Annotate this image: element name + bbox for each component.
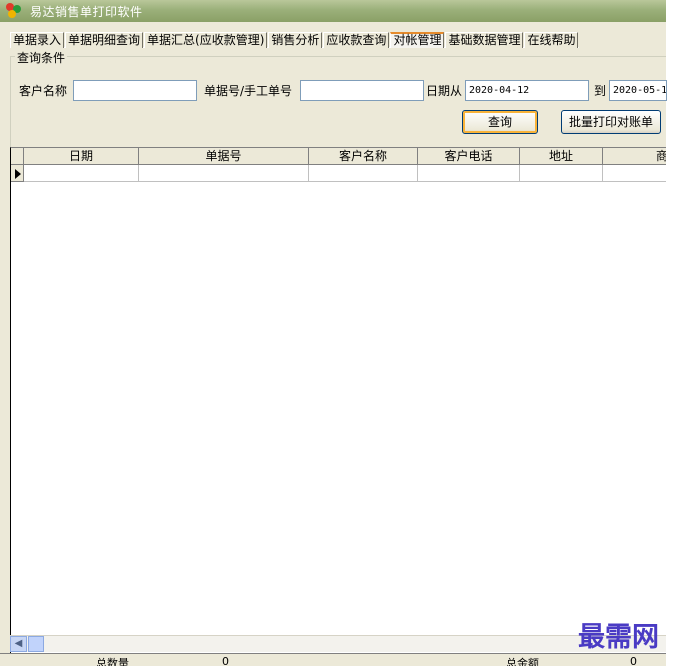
doc-number-label: 单据号/手工单号 — [204, 84, 293, 98]
grid-header: 日期 单据号 客户名称 客户电话 地址 商品 — [11, 148, 666, 165]
total-qty-value: 0 — [222, 655, 229, 666]
table-cell[interactable] — [603, 165, 666, 182]
column-header-date[interactable]: 日期 — [24, 148, 139, 165]
reconciliation-grid[interactable]: 日期 单据号 客户名称 客户电话 地址 商品 — [10, 147, 666, 657]
table-cell[interactable] — [520, 165, 603, 182]
column-header-customer-name[interactable]: 客户名称 — [309, 148, 418, 165]
scroll-thumb[interactable] — [28, 636, 44, 652]
table-row[interactable] — [11, 165, 666, 182]
tab-reconciliation[interactable]: 对帐管理 — [390, 32, 445, 48]
column-header-product[interactable]: 商品 — [603, 148, 666, 165]
grid-corner — [11, 148, 24, 165]
total-amount-value: 0 — [630, 655, 637, 666]
app-logo-icon — [6, 3, 22, 19]
column-header-address[interactable]: 地址 — [520, 148, 603, 165]
tab-basic-data[interactable]: 基础数据管理 — [445, 32, 524, 48]
date-from-label: 日期从 — [426, 84, 463, 98]
total-qty-label: 总数量 — [96, 657, 129, 666]
date-to-field[interactable]: 2020-05-12 — [609, 80, 667, 101]
tab-sales-analysis[interactable]: 销售分析 — [268, 32, 323, 48]
table-cell[interactable] — [24, 165, 139, 182]
tab-receivables-query[interactable]: 应收款查询 — [323, 32, 390, 48]
horizontal-scrollbar[interactable]: ◀ — [10, 635, 666, 652]
table-cell[interactable] — [418, 165, 520, 182]
tab-summary-receivables[interactable]: 单据汇总(应收款管理) — [144, 32, 268, 48]
total-amount-label: 总金额 — [506, 657, 539, 666]
query-conditions-group: 查询条件 客户名称 单据号/手工单号 日期从 2020-04-12 到 2020… — [10, 49, 667, 147]
column-header-customer-phone[interactable]: 客户电话 — [418, 148, 520, 165]
tab-online-help[interactable]: 在线帮助 — [524, 32, 579, 48]
row-indicator-icon — [11, 165, 24, 182]
scroll-left-icon[interactable]: ◀ — [10, 636, 27, 652]
title-bar: 易达销售单打印软件 — [0, 0, 666, 22]
date-from-field[interactable]: 2020-04-12 — [465, 80, 589, 101]
window-title: 易达销售单打印软件 — [30, 4, 143, 19]
site-watermark: 最需网 — [578, 622, 659, 653]
tab-strip: 单据录入 单据明细查询 单据汇总(应收款管理) 销售分析 应收款查询 对帐管理 … — [10, 32, 580, 48]
date-to-label: 到 — [594, 84, 607, 98]
doc-number-input[interactable] — [300, 80, 424, 101]
customer-name-input[interactable] — [73, 80, 197, 101]
main-client-area: 单据录入 单据明细查询 单据汇总(应收款管理) 销售分析 应收款查询 对帐管理 … — [0, 22, 667, 666]
batch-print-statement-button[interactable]: 批量打印对账单 — [561, 110, 661, 134]
table-cell[interactable] — [139, 165, 309, 182]
column-header-doc-number[interactable]: 单据号 — [139, 148, 309, 165]
totals-bar: 总数量 0 总金额 0 — [0, 653, 666, 666]
tab-entry[interactable]: 单据录入 — [10, 32, 65, 48]
query-group-label: 查询条件 — [15, 49, 68, 66]
search-button[interactable]: 查询 — [462, 110, 538, 134]
customer-name-label: 客户名称 — [19, 84, 68, 98]
table-cell[interactable] — [309, 165, 418, 182]
tab-detail-query[interactable]: 单据明细查询 — [65, 32, 144, 48]
